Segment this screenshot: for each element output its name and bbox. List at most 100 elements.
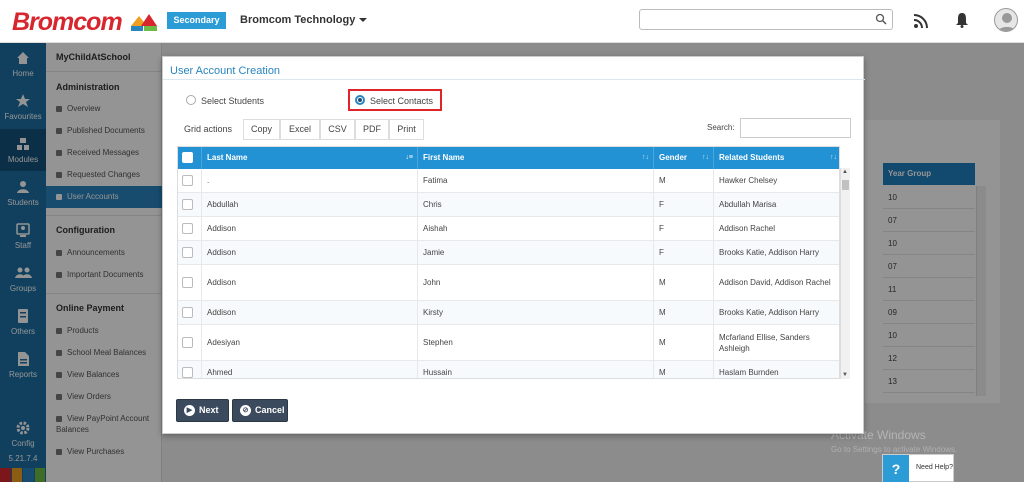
row-checkbox[interactable]	[182, 223, 193, 234]
row-select-cell	[178, 325, 202, 360]
select-all-checkbox[interactable]	[182, 152, 193, 163]
next-button-label: Next	[199, 405, 219, 415]
related-students-cell: Mcfarland Ellise, Sanders Ashleigh	[719, 332, 810, 353]
need-help-widget[interactable]: ? Need Help?	[882, 454, 954, 482]
table-row[interactable]: Addison Jamie F Brooks Katie, Addison Ha…	[178, 241, 839, 265]
pdf-button[interactable]: PDF	[355, 119, 389, 140]
bromcom-logo-mark	[131, 14, 157, 31]
first-name-cell: Chris	[418, 193, 654, 216]
last-name-cell: Addison	[202, 241, 418, 264]
table-scrollbar[interactable]: ▲ ▼	[840, 168, 850, 379]
scroll-up-icon[interactable]: ▲	[842, 169, 848, 175]
table-row[interactable]: Ahmed Hussain M Haslam Burnden	[178, 361, 839, 378]
rss-icon[interactable]	[913, 13, 929, 29]
select-contacts-label[interactable]: Select Contacts	[370, 96, 433, 106]
table-row[interactable]: . Fatima M Hawker Chelsey	[178, 169, 839, 193]
first-name-cell: Stephen	[418, 325, 654, 360]
related-students-cell: Brooks Katie, Addison Harry	[719, 248, 820, 257]
cancel-icon: ⊘	[240, 405, 251, 416]
row-checkbox[interactable]	[182, 337, 193, 348]
row-select-cell	[178, 265, 202, 300]
last-name-cell: .	[202, 169, 418, 192]
contacts-table: Last Name ↓≡ First Name ↑↓ Gender ↑↓ Relate…	[177, 146, 840, 379]
row-select-cell	[178, 301, 202, 324]
column-first-name[interactable]: First Name ↑↓	[418, 147, 654, 169]
global-search-input[interactable]	[639, 9, 893, 30]
scroll-down-icon[interactable]: ▼	[842, 372, 848, 378]
row-select-cell	[178, 217, 202, 240]
organisation-dropdown[interactable]: Bromcom Technology	[240, 14, 368, 26]
gender-cell: F	[654, 193, 714, 216]
table-row[interactable]: Adesiyan Stephen M Mcfarland Ellise, San…	[178, 325, 839, 361]
row-checkbox[interactable]	[182, 175, 193, 186]
select-students-radio[interactable]	[186, 95, 196, 105]
grid-search-input[interactable]	[740, 118, 851, 138]
row-checkbox[interactable]	[182, 307, 193, 318]
search-icon[interactable]	[875, 13, 887, 25]
select-all-header	[178, 147, 202, 169]
gender-cell: M	[654, 265, 714, 300]
row-checkbox[interactable]	[182, 199, 193, 210]
grid-search-label: Search:	[707, 123, 735, 132]
column-related-students[interactable]: Related Students ↑↓	[714, 147, 839, 169]
select-students-label[interactable]: Select Students	[201, 96, 264, 106]
column-related-students-label: Related Students	[719, 153, 785, 162]
cancel-button-label: Cancel	[255, 405, 285, 415]
column-last-name-label: Last Name	[207, 153, 248, 162]
column-first-name-label: First Name	[423, 153, 465, 162]
print-button[interactable]: Print	[389, 119, 424, 140]
dialog-title: User Account Creation	[170, 65, 281, 77]
gender-cell: M	[654, 361, 714, 378]
gender-cell: F	[654, 241, 714, 264]
last-name-cell: Addison	[202, 265, 418, 300]
column-gender-label: Gender	[659, 153, 688, 162]
column-last-name[interactable]: Last Name ↓≡	[202, 147, 418, 169]
related-students-cell: Haslam Burnden	[719, 368, 779, 377]
arrow-right-icon: ▶	[184, 405, 195, 416]
last-name-cell: Adesiyan	[202, 325, 418, 360]
row-checkbox[interactable]	[182, 247, 193, 258]
sort-icon: ↑↓	[702, 154, 709, 161]
user-avatar[interactable]	[994, 8, 1018, 32]
row-select-cell	[178, 193, 202, 216]
select-contacts-radio[interactable]	[355, 95, 365, 105]
copy-button[interactable]: Copy	[243, 119, 280, 140]
table-row[interactable]: Addison Aishah F Addison Rachel	[178, 217, 839, 241]
bromcom-logo[interactable]: Bromcom	[12, 8, 123, 37]
csv-button[interactable]: CSV	[320, 119, 355, 140]
first-name-cell: Hussain	[418, 361, 654, 378]
next-button[interactable]: ▶ Next	[176, 399, 229, 422]
gender-cell: M	[654, 169, 714, 192]
scrollbar-thumb[interactable]	[842, 180, 849, 190]
radio-selected-dot	[358, 98, 362, 102]
last-name-cell: Ahmed	[202, 361, 418, 378]
cancel-button[interactable]: ⊘ Cancel	[232, 399, 288, 422]
bell-icon[interactable]	[955, 12, 969, 28]
last-name-cell: Addison	[202, 301, 418, 324]
first-name-cell: Aishah	[418, 217, 654, 240]
related-students-cell: Brooks Katie, Addison Harry	[719, 308, 820, 317]
row-select-cell	[178, 241, 202, 264]
related-students-cell: Abdullah Marisa	[719, 200, 777, 209]
table-row[interactable]: Addison Kirsty M Brooks Katie, Addison H…	[178, 301, 839, 325]
table-row[interactable]: Abdullah Chris F Abdullah Marisa	[178, 193, 839, 217]
related-students-cell: Addison David, Addison Rachel	[719, 278, 831, 287]
gender-cell: M	[654, 301, 714, 324]
row-checkbox[interactable]	[182, 277, 193, 288]
last-name-cell: Abdullah	[202, 193, 418, 216]
table-row[interactable]: Addison John M Addison David, Addison Ra…	[178, 265, 839, 301]
column-gender[interactable]: Gender ↑↓	[654, 147, 714, 169]
environment-badge: Secondary	[167, 12, 226, 29]
need-help-label: Need Help?	[916, 464, 953, 471]
row-checkbox[interactable]	[182, 367, 193, 378]
related-students-cell: Hawker Chelsey	[719, 176, 778, 185]
first-name-cell: Fatima	[418, 169, 654, 192]
organisation-name: Bromcom Technology	[240, 14, 356, 26]
user-account-creation-dialog: User Account Creation Select Students Se…	[162, 56, 865, 434]
excel-button[interactable]: Excel	[280, 119, 320, 140]
sort-icon: ↑↓	[830, 154, 837, 161]
dialog-title-divider	[163, 79, 865, 80]
help-icon: ?	[883, 455, 909, 482]
row-select-cell	[178, 169, 202, 192]
gender-cell: F	[654, 217, 714, 240]
